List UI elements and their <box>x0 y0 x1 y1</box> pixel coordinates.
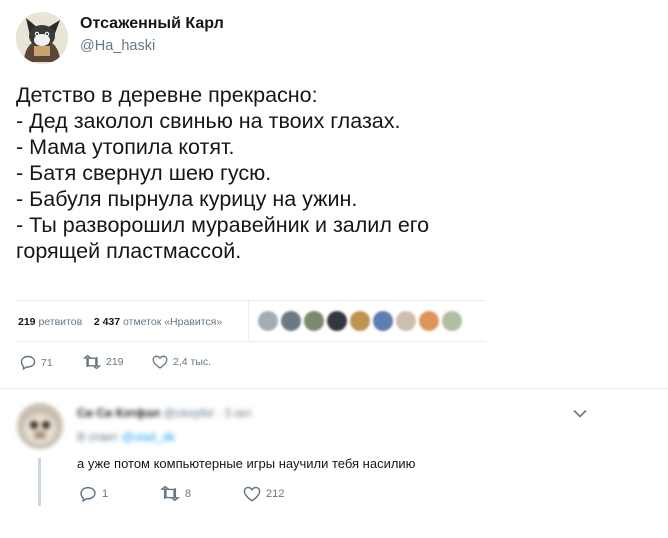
like-count: 2,4 тыс. <box>173 356 212 368</box>
like-button[interactable]: 2,4 тыс. <box>152 355 211 369</box>
reply-header: Си Си Кэтфэл @ckepfel · 3 окт. <box>77 406 254 420</box>
liker-avatar[interactable] <box>304 311 324 331</box>
reply-time[interactable]: · 3 окт. <box>217 406 254 420</box>
liker-avatar[interactable] <box>258 311 278 331</box>
liker-avatar[interactable] <box>442 311 462 331</box>
retweet-count: 219 <box>106 356 124 368</box>
stats-divider-bottom <box>16 341 486 342</box>
chevron-down-icon[interactable] <box>573 405 587 423</box>
reply-context-handle[interactable]: @vlad_dk <box>122 430 176 444</box>
reply-context-label: В ответ <box>77 430 119 444</box>
reply-button[interactable]: 71 <box>20 355 53 370</box>
reply-icon <box>20 355 36 370</box>
reply-divider <box>0 388 668 389</box>
likes-stat[interactable]: 2 437 отметок «Нравится» <box>94 316 222 328</box>
reply-count: 71 <box>41 356 53 369</box>
reply-like-count: 212 <box>266 488 285 500</box>
heart-icon <box>243 486 261 502</box>
retweet-icon <box>83 355 101 369</box>
stats-divider-top <box>16 300 486 301</box>
tweet-line: - Батя свернул шею гусю. <box>16 161 272 185</box>
reply-author-name[interactable]: Си Си Кэтфэл <box>77 406 160 420</box>
reply-reply-count: 1 <box>102 488 109 500</box>
tweet-stats: 219 ретвитов 2 437 отметок «Нравится» <box>18 316 222 328</box>
liker-avatar[interactable] <box>396 311 416 331</box>
heart-icon <box>152 355 168 369</box>
retweet-button[interactable]: 219 <box>83 355 124 369</box>
stats-separator <box>248 300 249 340</box>
tweet-line: - Дед заколол свинью на твоих глазах. <box>16 109 401 133</box>
thread-line <box>38 458 41 506</box>
liker-avatar[interactable] <box>419 311 439 331</box>
liker-avatar[interactable] <box>327 311 347 331</box>
tweet-text: Детство в деревне прекрасно: - Дед закол… <box>16 82 536 264</box>
reply-retweet-count: 8 <box>185 487 192 500</box>
reply-retweet-button[interactable]: 8 <box>160 486 191 501</box>
reply-context: В ответ @vlad_dk <box>77 430 175 444</box>
reply-like-button[interactable]: 212 <box>243 486 284 502</box>
reply-icon <box>79 486 97 502</box>
tweet-line: - Бабуля пырнула курицу на ужин. <box>16 187 358 211</box>
tweet-line: горящей пластмассой. <box>16 239 242 263</box>
tweet-line: - Ты разворошил муравейник и залил его <box>16 213 430 237</box>
tweet-line: - Мама утопила котят. <box>16 135 235 159</box>
reply-reply-button[interactable]: 1 <box>79 486 108 502</box>
reply-avatar[interactable] <box>17 403 63 449</box>
author-handle[interactable]: @Ha_haski <box>80 38 155 54</box>
reply-text: а уже потом компьютерные игры научили те… <box>77 456 416 471</box>
author-name[interactable]: Отсаженный Карл <box>80 15 224 33</box>
retweet-icon <box>160 486 180 501</box>
liker-avatar[interactable] <box>373 311 393 331</box>
liker-avatar[interactable] <box>350 311 370 331</box>
author-avatar[interactable] <box>16 12 68 64</box>
tweet-line: Детство в деревне прекрасно: <box>16 83 318 107</box>
liker-avatar[interactable] <box>281 311 301 331</box>
reply-author-handle[interactable]: @ckepfel <box>163 406 213 420</box>
retweets-stat[interactable]: 219 ретвитов <box>18 316 82 328</box>
